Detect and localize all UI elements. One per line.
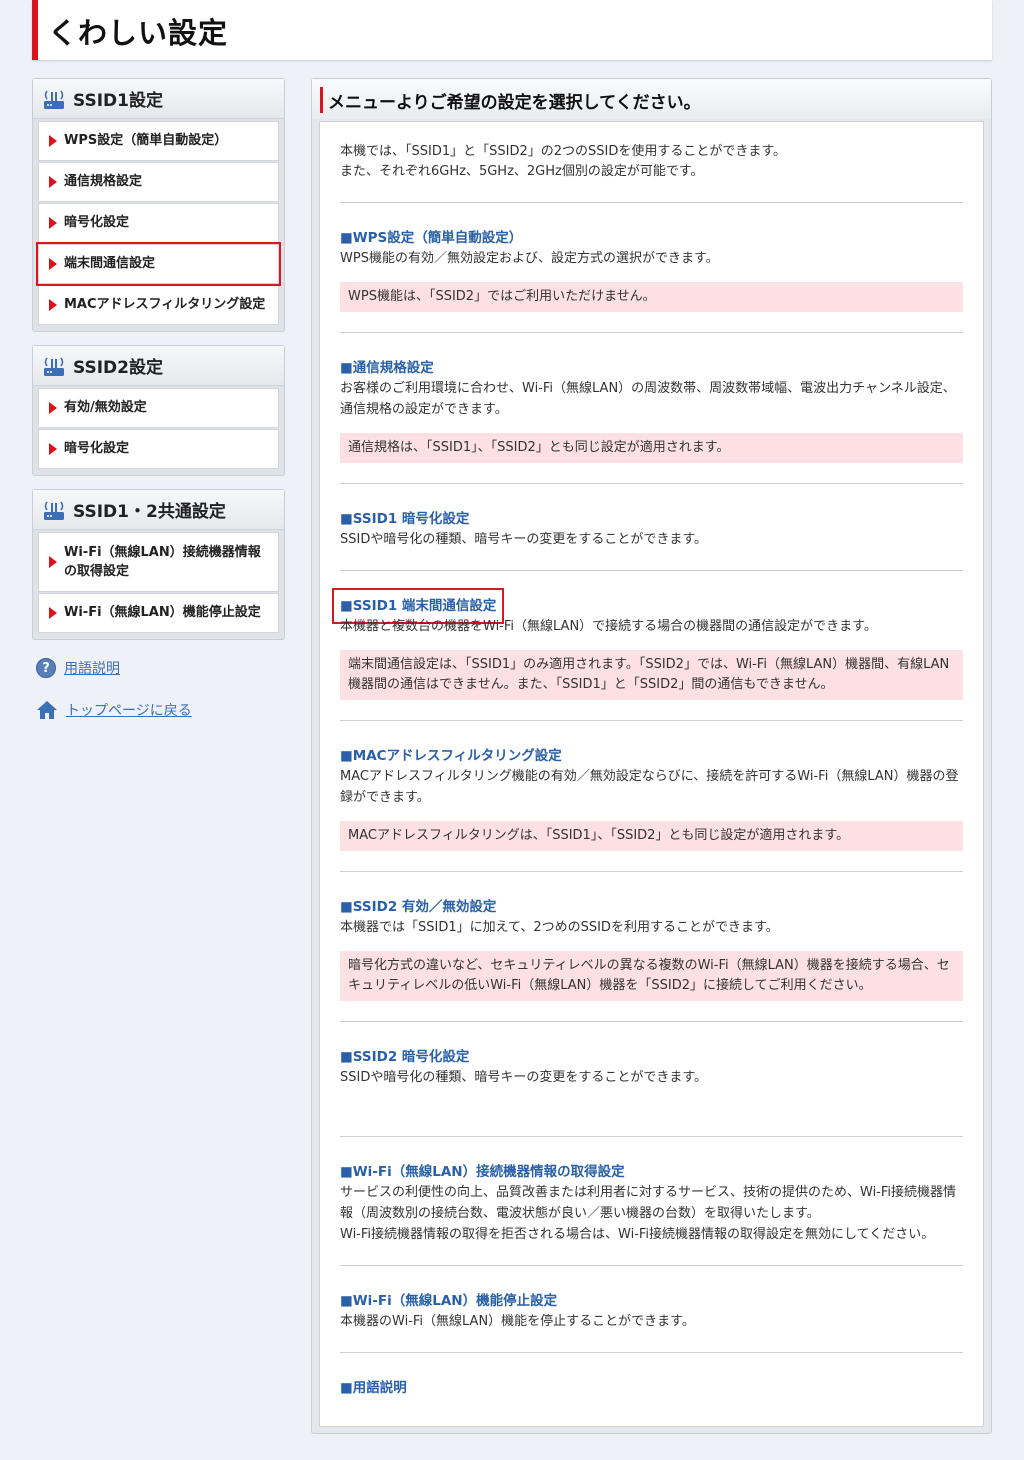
main-content: 本機では、「SSID1」と「SSID2」の2つのSSIDを使用することができます… (319, 121, 984, 1427)
section-ssid2-enable: ■SSID2 有効／無効設定 本機器では「SSID1」に加えて、2つめのSSID… (340, 872, 963, 1022)
sidebar-item-label: MACアドレスフィルタリング設定 (64, 297, 266, 313)
top-link-row: トップページに戻る (36, 695, 285, 725)
sidebar-group-ssid1: SSID1設定 WPS設定（簡単自動設定） 通信規格設定 暗号化設定 端末間通信… (32, 78, 285, 332)
router-icon (44, 357, 64, 376)
sidebar-item-label: 端末間通信設定 (64, 256, 156, 272)
triangle-right-icon (49, 556, 57, 568)
section-title-link[interactable]: ■SSID1 端末間通信設定 (331, 588, 505, 624)
sidebar-group-ssid2: SSID2設定 有効/無効設定 暗号化設定 (32, 345, 285, 476)
sidebar-item-label: 有効/無効設定 (64, 400, 147, 416)
section-wps: ■WPS設定（簡単自動設定） WPS機能の有効／無効設定および、設定方式の選択が… (340, 203, 963, 333)
glossary-link-row: ? 用語説明 (36, 653, 285, 683)
sidebar-item-label: 通信規格設定 (64, 174, 143, 190)
section-desc: SSIDや暗号化の種類、暗号キーの変更をすることができます。 (340, 532, 708, 547)
home-icon (37, 701, 57, 719)
top-page-link[interactable]: トップページに戻る (66, 700, 192, 720)
section-title-link[interactable]: ■用語説明 (340, 1378, 407, 1398)
sidebar-group-header: SSID1・2共通設定 (33, 490, 284, 530)
section-desc: SSIDや暗号化の種類、暗号キーの変更をすることができます。 (340, 1070, 708, 1085)
section-desc: WPS機能の有効／無効設定および、設定方式の選択ができます。 (340, 251, 719, 266)
section-title-link[interactable]: ■SSID2 暗号化設定 (340, 1047, 469, 1067)
triangle-right-icon (49, 607, 57, 619)
section-ssid1-inter-terminal: ■SSID1 端末間通信設定 本機器と複数台の機器をWi-Fi（無線LAN）で接… (331, 571, 963, 721)
section-title-link[interactable]: ■通信規格設定 (340, 358, 434, 378)
accent-bar (320, 87, 323, 113)
sidebar-links: ? 用語説明 トップページに戻る (32, 653, 285, 725)
main-panel: メニューよりご希望の設定を選択してください。 本機では、「SSID1」と「SSI… (311, 78, 992, 1434)
section-glossary: ■用語説明 (340, 1353, 963, 1418)
section-ssid1-encryption: ■SSID1 暗号化設定 SSIDや暗号化の種類、暗号キーの変更をすることができ… (340, 484, 963, 571)
section-note: 暗号化方式の違いなど、セキュリティレベルの異なる複数のWi-Fi（無線LAN）機… (340, 951, 963, 1001)
sidebar-item-label: WPS設定（簡単自動設定） (64, 133, 228, 149)
triangle-right-icon (49, 176, 57, 188)
section-mac-filter: ■MACアドレスフィルタリング設定 MACアドレスフィルタリング機能の有効／無効… (340, 721, 963, 872)
section-title-link[interactable]: ■WPS設定（簡単自動設定） (340, 228, 522, 248)
section-desc: 本機器では「SSID1」に加えて、2つめのSSIDを利用することができます。 (340, 920, 779, 935)
sidebar-group-title: SSID1設定 (73, 91, 163, 111)
sidebar-group-title: SSID1・2共通設定 (73, 502, 226, 522)
section-desc: MACアドレスフィルタリング機能の有効／無効設定ならびに、接続を許可するWi-F… (340, 769, 959, 805)
sidebar-group-title: SSID2設定 (73, 358, 163, 378)
sidebar-group-common: SSID1・2共通設定 Wi-Fi（無線LAN）接続機器情報の取得設定 Wi-F… (32, 489, 285, 640)
section-note: 端末間通信設定は、「SSID1」のみ適用されます。「SSID2」では、Wi-Fi… (340, 650, 963, 700)
main-heading: メニューよりご希望の設定を選択してください。 (328, 93, 701, 113)
section-title-link[interactable]: ■Wi-Fi（無線LAN）機能停止設定 (340, 1291, 557, 1311)
section-ssid2-encryption: ■SSID2 暗号化設定 SSIDや暗号化の種類、暗号キーの変更をすることができ… (340, 1022, 963, 1137)
section-title-link[interactable]: ■SSID2 有効／無効設定 (340, 897, 496, 917)
sidebar-item-label: Wi-Fi（無線LAN）機能停止設定 (64, 605, 261, 621)
sidebar: SSID1設定 WPS設定（簡単自動設定） 通信規格設定 暗号化設定 端末間通信… (32, 78, 285, 737)
section-title-link[interactable]: ■MACアドレスフィルタリング設定 (340, 746, 562, 766)
section-desc: お客様のご利用環境に合わせ、Wi-Fi（無線LAN）の周波数帯、周波数帯域幅、電… (340, 381, 956, 417)
section-desc: Wi-Fi接続機器情報の取得を拒否される場合は、Wi-Fi接続機器情報の取得設定… (340, 1227, 935, 1242)
router-icon (44, 501, 64, 520)
sidebar-item-encryption[interactable]: 暗号化設定 (38, 203, 279, 243)
section-desc: サービスの利便性の向上、品質改善または利用者に対するサービス、技術の提供のため、… (340, 1185, 957, 1221)
triangle-right-icon (49, 443, 57, 455)
sidebar-item-encryption-ssid2[interactable]: 暗号化設定 (38, 429, 279, 469)
sidebar-item-label: 暗号化設定 (64, 441, 130, 457)
sidebar-item-wps[interactable]: WPS設定（簡単自動設定） (38, 121, 279, 161)
sidebar-item-standard[interactable]: 通信規格設定 (38, 162, 279, 202)
intro-line: 本機では、「SSID1」と「SSID2」の2つのSSIDを使用することができます… (340, 144, 787, 159)
section-standard: ■通信規格設定 お客様のご利用環境に合わせ、Wi-Fi（無線LAN）の周波数帯、… (340, 333, 963, 484)
page-title: くわしい設定 (48, 16, 229, 50)
section-desc: 本機器と複数台の機器をWi-Fi（無線LAN）で接続する場合の機器間の通信設定が… (340, 619, 877, 634)
section-desc: 本機器のWi-Fi（無線LAN）機能を停止することができます。 (340, 1314, 695, 1329)
triangle-right-icon (49, 402, 57, 414)
main-header: メニューよりご希望の設定を選択してください。 (312, 79, 991, 119)
section-device-info: ■Wi-Fi（無線LAN）接続機器情報の取得設定 サービスの利便性の向上、品質改… (340, 1137, 963, 1266)
sidebar-item-mac-filter[interactable]: MACアドレスフィルタリング設定 (38, 285, 279, 325)
sidebar-item-label: 暗号化設定 (64, 215, 130, 231)
section-note: MACアドレスフィルタリングは、「SSID1」、「SSID2」とも同じ設定が適用… (340, 821, 963, 851)
glossary-link[interactable]: 用語説明 (64, 658, 120, 678)
sidebar-group-header: SSID1設定 (33, 79, 284, 119)
page-header: くわしい設定 (32, 0, 992, 60)
triangle-right-icon (49, 217, 57, 229)
section-note: WPS機能は、「SSID2」ではご利用いただけません。 (340, 282, 963, 312)
sidebar-item-device-info[interactable]: Wi-Fi（無線LAN）接続機器情報の取得設定 (38, 532, 279, 592)
section-title-link[interactable]: ■Wi-Fi（無線LAN）接続機器情報の取得設定 (340, 1162, 625, 1182)
intro-line: また、それぞれ6GHz、5GHz、2GHz個別の設定が可能です。 (340, 164, 704, 179)
triangle-right-icon (49, 135, 57, 147)
router-icon (44, 90, 64, 109)
triangle-right-icon (49, 299, 57, 311)
section-note: 通信規格は、「SSID1」、「SSID2」とも同じ設定が適用されます。 (340, 433, 963, 463)
sidebar-item-label: Wi-Fi（無線LAN）接続機器情報の取得設定 (64, 544, 261, 580)
section-wifi-stop: ■Wi-Fi（無線LAN）機能停止設定 本機器のWi-Fi（無線LAN）機能を停… (340, 1266, 963, 1353)
sidebar-item-enable-disable[interactable]: 有効/無効設定 (38, 388, 279, 428)
help-icon: ? (36, 658, 56, 678)
sidebar-item-wifi-stop[interactable]: Wi-Fi（無線LAN）機能停止設定 (38, 593, 279, 633)
intro: 本機では、「SSID1」と「SSID2」の2つのSSIDを使用することができます… (340, 142, 963, 203)
section-title-link[interactable]: ■SSID1 暗号化設定 (340, 509, 469, 529)
sidebar-item-inter-terminal[interactable]: 端末間通信設定 (36, 242, 281, 286)
triangle-right-icon (49, 258, 57, 270)
sidebar-group-header: SSID2設定 (33, 346, 284, 386)
